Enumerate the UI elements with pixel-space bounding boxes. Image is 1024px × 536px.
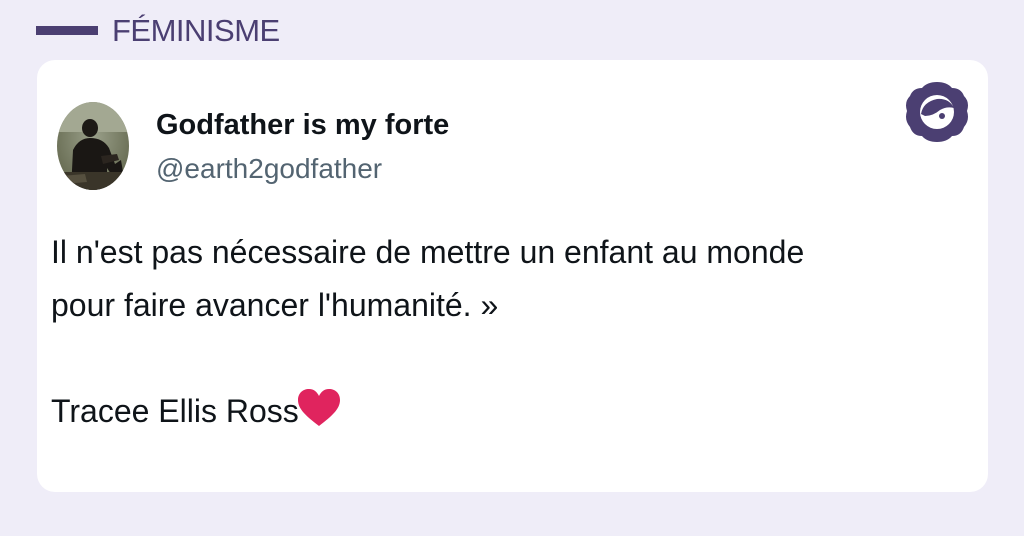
author-handle[interactable]: @earth2godfather [156,153,382,185]
tweet-line-1: Il n'est pas nécessaire de mettre un enf… [51,234,805,270]
profile-photo-icon [57,102,129,190]
tweet-card: Godfather is my forte @earth2godfather I… [37,60,988,492]
tweet-signature-line: Tracee Ellis Ross [51,385,976,438]
heart-icon [296,388,342,428]
author-name[interactable]: Godfather is my forte [156,108,449,142]
tweet-signature: Tracee Ellis Ross [51,393,299,429]
tweet-text: Il n'est pas nécessaire de mettre un enf… [51,226,976,438]
tweet-spacer [51,332,976,385]
author-avatar[interactable] [57,102,129,190]
category-accent-bar [36,26,98,35]
brand-logo-icon[interactable] [903,80,971,144]
tweet-line-2: pour faire avancer l'humanité. » [51,287,499,323]
category-label[interactable]: FÉMINISME [112,13,280,49]
